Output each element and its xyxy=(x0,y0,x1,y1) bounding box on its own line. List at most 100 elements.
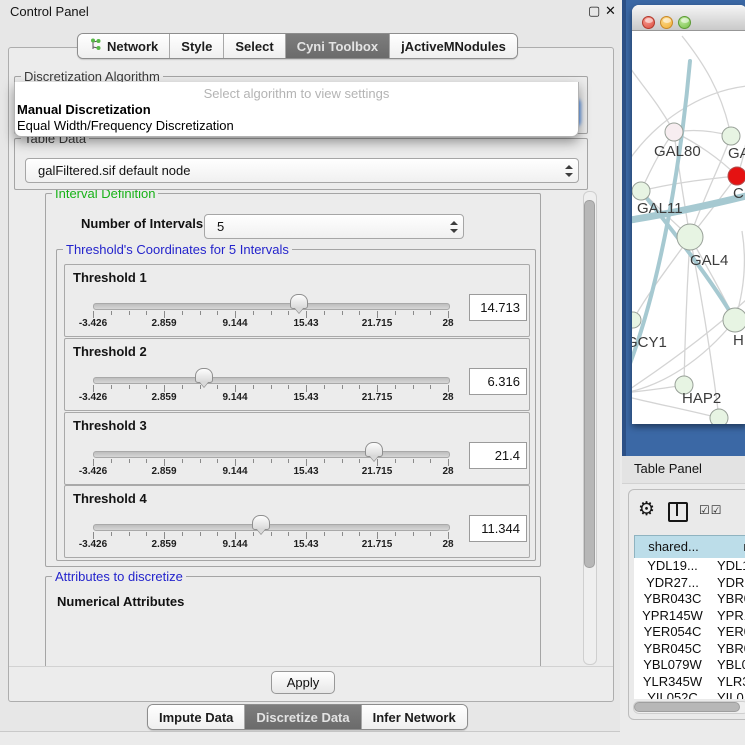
slider-tick xyxy=(324,532,325,536)
slider-tick xyxy=(342,385,343,389)
algorithm-option-equal-width[interactable]: Equal Width/Frequency Discretization xyxy=(17,118,569,134)
table-cell-name: YBR0 xyxy=(717,591,745,608)
slider-tick xyxy=(253,532,254,536)
tab-select[interactable]: Select xyxy=(224,34,285,58)
threshold-value-field[interactable]: 11.344 xyxy=(469,515,527,542)
slider-tick xyxy=(395,459,396,463)
slider-tick xyxy=(235,385,236,392)
screenshot-root: Control Panel ▢ ✕ NetworkStyleSelectCyni… xyxy=(0,0,745,745)
top-tab-strip: NetworkStyleSelectCyni ToolboxjActiveMNo… xyxy=(77,33,518,59)
table-row[interactable]: YDR27...YDR2 xyxy=(634,575,745,592)
table-cell-shared-name: YER054C xyxy=(634,624,711,641)
slider-tick-label: 28 xyxy=(442,392,453,403)
node-gcy1[interactable] xyxy=(632,312,641,328)
slider-tick xyxy=(93,385,94,392)
slider-tick xyxy=(448,459,449,466)
apply-button[interactable]: Apply xyxy=(271,671,335,694)
table-row[interactable]: YLR345WYLR3 xyxy=(634,674,745,691)
slider-tick-label: 2.859 xyxy=(151,539,176,550)
tab-infer-network[interactable]: Infer Network xyxy=(362,705,467,729)
combo-stepper-icon[interactable] xyxy=(450,221,457,233)
group-thresholds: Threshold's Coordinates for 5 Intervals … xyxy=(56,249,536,561)
node-bottom[interactable] xyxy=(710,409,728,424)
slider-tick xyxy=(93,459,94,466)
slider-tick-label: 9.144 xyxy=(222,539,247,550)
threshold-slider-thumb[interactable] xyxy=(290,294,308,309)
threshold-slider-thumb[interactable] xyxy=(365,442,383,457)
group-title-thresholds: Threshold's Coordinates for 5 Intervals xyxy=(63,242,292,257)
gear-icon[interactable]: ⚙ xyxy=(638,498,655,520)
table-cell-shared-name: YDR27... xyxy=(634,575,711,592)
zoom-traffic-light-icon[interactable] xyxy=(678,16,691,29)
close-traffic-light-icon[interactable] xyxy=(642,16,655,29)
split-columns-icon[interactable] xyxy=(668,502,688,522)
slider-tick xyxy=(235,311,236,318)
table-row[interactable]: YPR145WYPR1 xyxy=(634,608,745,625)
algorithm-option-manual[interactable]: Manual Discretization xyxy=(17,102,569,118)
threshold-slider-thumb[interactable] xyxy=(195,368,213,383)
control-panel-title: Control Panel xyxy=(10,4,89,19)
table-data-combobox[interactable]: galFiltered.sif default node xyxy=(25,158,579,183)
slider-tick xyxy=(164,532,165,539)
threshold-slider-thumb[interactable] xyxy=(252,515,270,530)
column-header-shared[interactable]: shared... xyxy=(634,535,713,559)
group-attributes: Attributes to discretize Numerical Attri… xyxy=(45,576,541,666)
number-of-intervals-combobox[interactable]: 5 xyxy=(204,214,464,239)
minimize-traffic-light-icon[interactable] xyxy=(660,16,673,29)
table-cell-shared-name: YPR145W xyxy=(634,608,711,625)
table-row[interactable]: YBL079WYBL0 xyxy=(634,657,745,674)
threshold-value-field[interactable]: 6.316 xyxy=(469,368,527,395)
checkbox-columns-icon[interactable]: ☑☑ xyxy=(699,503,723,517)
slider-tick-label: 15.43 xyxy=(293,392,318,403)
slider-tick xyxy=(164,385,165,392)
threshold-slider-track[interactable] xyxy=(93,451,450,458)
slider-tick xyxy=(200,459,201,463)
float-window-icon[interactable]: ▢ xyxy=(588,3,600,19)
table-data-selected-value: galFiltered.sif default node xyxy=(38,159,558,182)
slider-tick xyxy=(395,311,396,315)
threshold-value-field[interactable]: 14.713 xyxy=(469,294,527,321)
network-window-titlebar[interactable] xyxy=(632,5,745,31)
slider-tick-label: 2.859 xyxy=(151,318,176,329)
column-header-name[interactable]: n xyxy=(711,535,745,559)
threshold-slider-track[interactable] xyxy=(93,377,450,384)
slider-tick-label: 15.43 xyxy=(293,466,318,477)
network-canvas[interactable]: GAL80 GA C GAL11 GAL4 GCY1 H HAP2 xyxy=(632,31,745,424)
slider-tick xyxy=(324,311,325,315)
table-row[interactable]: YBR045CYBR0 xyxy=(634,641,745,658)
slider-tick xyxy=(395,532,396,536)
tab-network[interactable]: Network xyxy=(78,34,170,58)
slider-tick xyxy=(430,385,431,389)
node-right[interactable] xyxy=(723,308,745,332)
network-thick-edges xyxy=(632,61,745,379)
node-red[interactable] xyxy=(728,167,745,185)
tab-cyni-toolbox[interactable]: Cyni Toolbox xyxy=(286,34,390,58)
table-row[interactable]: YDL19...YDL1 xyxy=(634,558,745,575)
node-gal4[interactable] xyxy=(677,224,703,250)
slider-tick-label: 15.43 xyxy=(293,318,318,329)
slider-tick xyxy=(146,385,147,389)
tab-impute-data[interactable]: Impute Data xyxy=(148,705,245,729)
combo-stepper-icon[interactable] xyxy=(565,165,572,177)
tab-jactivemnodules[interactable]: jActiveMNodules xyxy=(390,34,517,58)
table-hscrollbar-thumb[interactable] xyxy=(634,702,740,712)
threshold-label: Threshold 1 xyxy=(73,270,147,285)
tab-style[interactable]: Style xyxy=(170,34,224,58)
slider-tick xyxy=(288,311,289,315)
node-top-right[interactable] xyxy=(722,127,740,145)
slider-tick xyxy=(111,459,112,463)
slider-tick xyxy=(93,532,94,539)
slider-tick xyxy=(271,385,272,389)
node-gal11[interactable] xyxy=(632,182,650,200)
threshold-slider-track[interactable] xyxy=(93,303,450,310)
settings-scrollbar-thumb[interactable] xyxy=(584,200,595,568)
close-icon[interactable]: ✕ xyxy=(605,3,616,19)
table-row[interactable]: YIL052CYIL0 xyxy=(634,690,745,699)
threshold-slider-track[interactable] xyxy=(93,524,450,531)
table-row[interactable]: YBR043CYBR0 xyxy=(634,591,745,608)
table-row[interactable]: YER054CYER0 xyxy=(634,624,745,641)
threshold-value-field[interactable]: 21.4 xyxy=(469,442,527,469)
slider-tick xyxy=(111,311,112,315)
tab-discretize-data[interactable]: Discretize Data xyxy=(245,705,361,729)
node-gal80[interactable] xyxy=(665,123,683,141)
